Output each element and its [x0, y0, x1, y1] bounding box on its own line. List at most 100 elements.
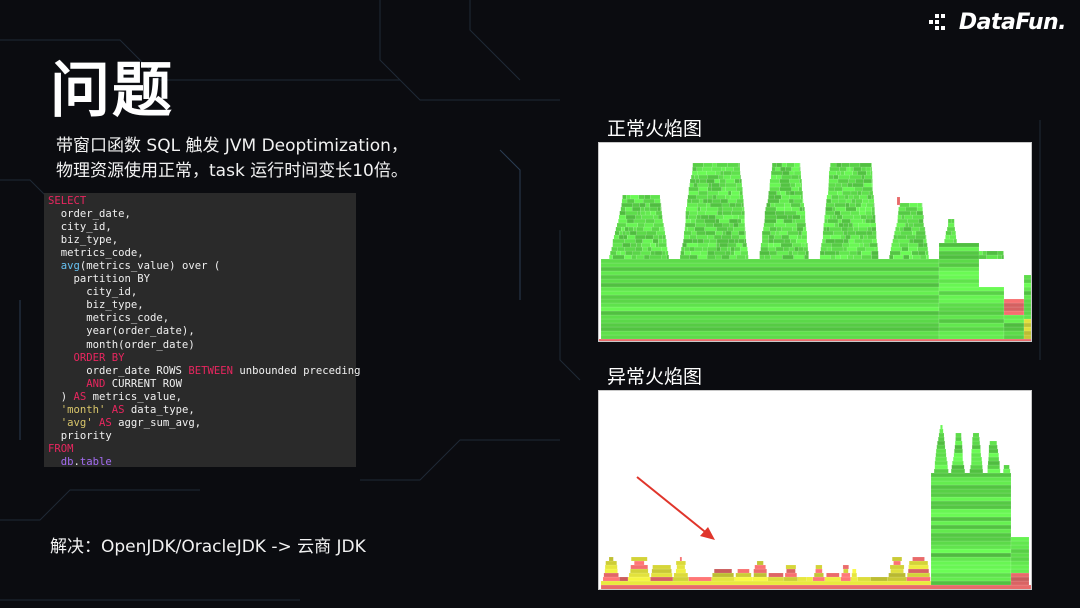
flame-frame — [852, 182, 864, 188]
code-token: SELECT — [48, 195, 87, 207]
flame-frame — [738, 222, 745, 228]
flame-frame — [865, 246, 876, 252]
flame-frame — [828, 178, 839, 184]
flame-frame — [634, 560, 645, 566]
flame-frame — [915, 234, 926, 240]
flame-frame — [845, 198, 852, 204]
flame-frame — [863, 178, 872, 184]
flame-frame — [938, 306, 1005, 312]
flame-frame — [972, 432, 980, 438]
flame-frame — [690, 174, 695, 180]
flame-frame — [780, 182, 791, 188]
flame-frame — [776, 162, 783, 168]
flame-frame — [779, 178, 790, 184]
flame-frame — [730, 246, 735, 252]
flame-frame — [625, 230, 631, 236]
flame-frame — [753, 572, 767, 578]
flame-frame — [663, 226, 665, 232]
flame-frame — [736, 182, 743, 188]
flame-frame — [930, 480, 1012, 486]
flame-frame — [763, 254, 771, 260]
flame-frame — [698, 198, 704, 204]
flame-frame — [870, 170, 873, 176]
flame-frame — [789, 190, 796, 196]
flame-frame — [697, 242, 709, 248]
flame-frame — [637, 222, 645, 228]
flame-frame — [722, 222, 730, 228]
flame-frame — [738, 230, 745, 236]
flame-frame — [844, 170, 853, 176]
flame-frame — [683, 230, 692, 236]
flame-frame — [871, 194, 874, 200]
page-title: 问题 — [50, 56, 174, 126]
code-token: AND — [48, 377, 106, 390]
flame-frame — [737, 568, 750, 574]
flame-frame — [640, 210, 646, 216]
flame-frame — [638, 194, 645, 200]
flame-frame — [785, 166, 792, 172]
code-line: month(order_date) — [48, 339, 356, 352]
flame-frame — [853, 166, 862, 172]
flame-frame — [725, 194, 731, 200]
flame-frame — [775, 166, 781, 172]
flame-frame — [776, 218, 784, 224]
flame-frame — [727, 190, 732, 196]
flame-frame — [707, 246, 717, 252]
flame-frame — [1023, 310, 1031, 316]
flame-frame — [721, 166, 726, 172]
flame-frame — [923, 222, 925, 228]
flame-frame — [735, 202, 743, 208]
flame-frame — [892, 556, 903, 562]
flame-frame — [696, 230, 706, 236]
flame-frame — [727, 246, 731, 252]
flame-frame — [802, 206, 805, 212]
flame-frame — [926, 254, 929, 260]
flame-frame — [707, 198, 713, 204]
flame-frame — [861, 186, 873, 192]
flame-frame — [716, 246, 721, 252]
code-line: avg(metrics_value) over ( — [48, 260, 356, 273]
flame-frame — [600, 282, 940, 288]
flame-frame — [933, 468, 949, 474]
flame-frame — [734, 576, 753, 582]
flame-frame — [863, 182, 873, 188]
code-line: city_id, — [48, 221, 356, 234]
flame-frame — [859, 194, 868, 200]
logo-text: DataFun. — [958, 10, 1067, 35]
flame-frame — [887, 576, 907, 582]
flame-frame — [687, 226, 695, 232]
flame-frame — [615, 226, 622, 232]
flame-frame — [988, 444, 998, 450]
flame-frame — [696, 166, 703, 172]
flame-frame — [739, 234, 746, 240]
flame-frame — [679, 556, 682, 562]
flame-frame — [867, 234, 877, 240]
flame-frame — [916, 206, 923, 212]
flame-frame — [945, 230, 952, 236]
flame-frame — [795, 218, 806, 224]
flame-frame — [872, 238, 878, 244]
flame-frame — [633, 226, 637, 232]
flame-frame — [718, 190, 729, 196]
flame-frame — [799, 166, 801, 172]
flame-frame — [930, 536, 1012, 542]
flame-frame — [783, 238, 791, 244]
flame-frame — [716, 242, 720, 248]
flame-frame — [600, 322, 940, 328]
flame-frame — [721, 234, 732, 240]
flame-frame — [719, 182, 726, 188]
flame-frame — [832, 214, 837, 220]
flame-frame — [781, 226, 793, 232]
flame-frame — [839, 210, 851, 216]
flame-frame — [697, 254, 708, 260]
flame-frame — [675, 560, 686, 566]
flame-frame — [645, 202, 651, 208]
flame-frame — [628, 572, 650, 578]
flame-frame — [845, 206, 857, 212]
code-token: order_date, — [48, 208, 131, 221]
flame-frame — [733, 222, 739, 228]
flame-frame — [717, 206, 724, 212]
flame-frame — [609, 254, 613, 260]
flame-frame — [776, 226, 782, 232]
flame-frame — [759, 250, 770, 256]
